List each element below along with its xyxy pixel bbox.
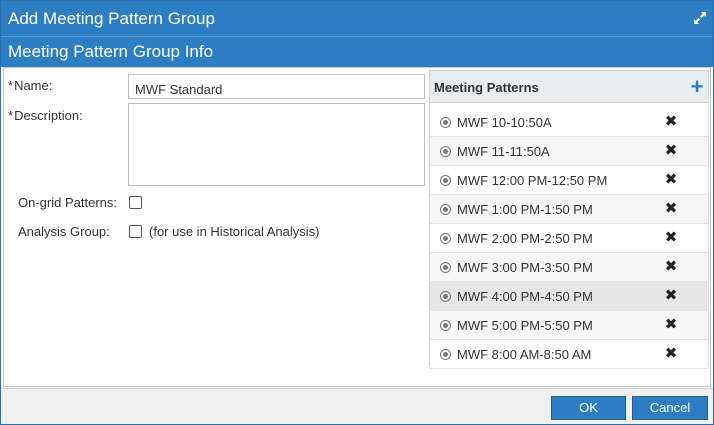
description-label: *Description: — [8, 108, 83, 123]
remove-pattern-icon[interactable]: ✖ — [663, 171, 679, 189]
analysis-group-label: Analysis Group: — [18, 224, 110, 239]
meeting-pattern-label: MWF 5:00 PM-5:50 PM — [457, 318, 593, 333]
description-required-marker: * — [8, 108, 14, 123]
meeting-pattern-label: MWF 2:00 PM-2:50 PM — [457, 231, 593, 246]
cancel-button[interactable]: Cancel — [632, 396, 708, 420]
remove-pattern-icon[interactable]: ✖ — [663, 316, 679, 334]
radio-dot-icon — [440, 146, 451, 157]
meeting-pattern-row[interactable]: MWF 10-10:50A ✖ — [430, 108, 708, 137]
remove-pattern-icon[interactable]: ✖ — [663, 113, 679, 131]
meeting-pattern-label: MWF 12:00 PM-12:50 PM — [457, 173, 608, 188]
meeting-pattern-label: MWF 3:00 PM-3:50 PM — [457, 260, 593, 275]
analysis-group-note: (for use in Historical Analysis) — [149, 224, 320, 239]
dialog-body: *Name: *Description: On-grid Patterns: A… — [3, 67, 711, 387]
meeting-pattern-label: MWF 11-11:50A — [457, 144, 550, 159]
meeting-pattern-row[interactable]: MWF 2:00 PM-2:50 PM ✖ — [430, 224, 708, 253]
radio-dot-icon — [440, 291, 451, 302]
radio-dot-icon — [440, 175, 451, 186]
remove-pattern-icon[interactable]: ✖ — [663, 142, 679, 160]
name-label: *Name: — [8, 78, 53, 93]
remove-pattern-icon[interactable]: ✖ — [663, 200, 679, 218]
meeting-pattern-row[interactable]: MWF 12:00 PM-12:50 PM ✖ — [430, 166, 708, 195]
dialog-titlebar: Add Meeting Pattern Group — [1, 1, 713, 36]
radio-dot-icon — [440, 117, 451, 128]
dialog-footer: OK Cancel — [1, 388, 713, 424]
meeting-pattern-row[interactable]: MWF 4:00 PM-4:50 PM ✖ — [430, 282, 708, 311]
radio-dot-icon — [440, 233, 451, 244]
remove-pattern-icon[interactable]: ✖ — [663, 258, 679, 276]
remove-pattern-icon[interactable]: ✖ — [663, 287, 679, 305]
meeting-pattern-row[interactable]: MWF 11-11:50A ✖ — [430, 137, 708, 166]
ongrid-patterns-label: On-grid Patterns: — [18, 195, 117, 210]
remove-pattern-icon[interactable]: ✖ — [663, 229, 679, 247]
description-input[interactable] — [128, 103, 425, 186]
add-meeting-pattern-group-dialog: Add Meeting Pattern Group Meeting Patter… — [0, 0, 714, 425]
meeting-patterns-header: Meeting Patterns + — [430, 71, 708, 103]
meeting-pattern-row[interactable]: MWF 5:00 PM-5:50 PM ✖ — [430, 311, 708, 340]
section-header: Meeting Pattern Group Info — [1, 36, 713, 67]
meeting-patterns-list: MWF 10-10:50A ✖ MWF 11-11:50A ✖ MWF 12:00 PM… — [430, 108, 708, 369]
meeting-pattern-row[interactable]: MWF 3:00 PM-3:50 PM ✖ — [430, 253, 708, 282]
meeting-patterns-title: Meeting Patterns — [434, 80, 539, 95]
meeting-pattern-label: MWF 4:00 PM-4:50 PM — [457, 289, 593, 304]
meeting-pattern-row[interactable]: MWF 8:00 AM-8:50 AM ✖ — [430, 340, 708, 369]
analysis-group-checkbox[interactable] — [129, 225, 142, 238]
meeting-pattern-label: MWF 8:00 AM-8:50 AM — [457, 347, 592, 362]
name-required-marker: * — [8, 78, 14, 93]
radio-dot-icon — [440, 320, 451, 331]
meeting-pattern-row[interactable]: MWF 1:00 PM-1:50 PM ✖ — [430, 195, 708, 224]
expand-icon[interactable] — [692, 10, 708, 26]
meeting-pattern-label: MWF 10-10:50A — [457, 115, 552, 130]
dialog-title: Add Meeting Pattern Group — [8, 9, 215, 28]
ok-button[interactable]: OK — [551, 396, 626, 420]
radio-dot-icon — [440, 349, 451, 360]
section-title: Meeting Pattern Group Info — [8, 42, 214, 61]
name-input[interactable] — [128, 74, 425, 99]
meeting-pattern-label: MWF 1:00 PM-1:50 PM — [457, 202, 593, 217]
add-pattern-icon[interactable]: + — [688, 76, 706, 98]
ongrid-patterns-checkbox[interactable] — [129, 196, 142, 209]
radio-dot-icon — [440, 204, 451, 215]
radio-dot-icon — [440, 262, 451, 273]
remove-pattern-icon[interactable]: ✖ — [663, 345, 679, 363]
meeting-patterns-panel: Meeting Patterns + MWF 10-10:50A ✖ MWF 11-… — [429, 70, 709, 369]
